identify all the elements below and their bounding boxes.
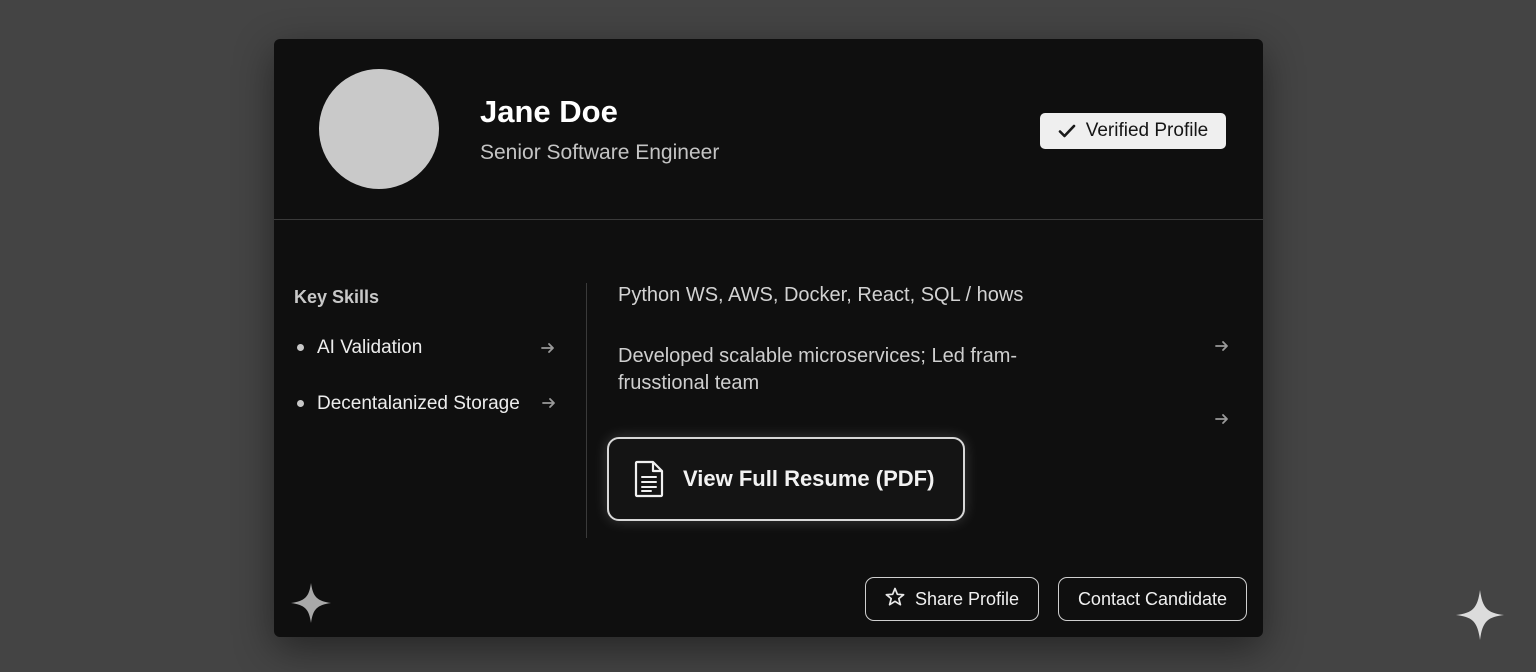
contact-candidate-button[interactable]: Contact Candidate bbox=[1058, 577, 1247, 621]
verified-badge: Verified Profile bbox=[1040, 113, 1226, 149]
profile-card: Jane Doe Senior Software Engineer Verifi… bbox=[274, 39, 1263, 637]
skill-item-ai-validation[interactable]: AI Validation bbox=[294, 334, 564, 362]
arrow-right-icon[interactable] bbox=[1214, 411, 1230, 427]
column-divider bbox=[586, 283, 587, 538]
profile-title: Senior Software Engineer bbox=[480, 141, 720, 164]
sparkle-icon bbox=[290, 582, 332, 624]
skill-item-decentralized-storage[interactable]: Decentalanized Storage bbox=[294, 390, 564, 418]
experience-description: Developed scalable microservices; Led fr… bbox=[618, 345, 1018, 394]
tech-stack: Python WS, AWS, Docker, React, SQL / how… bbox=[618, 284, 1024, 306]
share-label: Share Profile bbox=[914, 588, 1020, 609]
sparkle-icon bbox=[1455, 589, 1505, 641]
check-icon bbox=[1058, 123, 1076, 139]
document-icon bbox=[633, 460, 665, 498]
star-icon bbox=[885, 587, 905, 612]
bullet-dot bbox=[297, 344, 304, 351]
bullet-dot bbox=[297, 400, 304, 407]
profile-name: Jane Doe bbox=[480, 94, 618, 129]
arrow-right-icon[interactable] bbox=[540, 340, 556, 356]
avatar bbox=[319, 69, 439, 189]
skills-heading: Key Skills bbox=[294, 287, 380, 307]
skill-label: AI Validation bbox=[317, 337, 423, 358]
arrow-right-icon[interactable] bbox=[541, 395, 557, 411]
resume-label: View Full Resume (PDF) bbox=[683, 466, 935, 491]
verified-label: Verified Profile bbox=[1085, 120, 1209, 141]
profile-header: Jane Doe Senior Software Engineer Verifi… bbox=[274, 39, 1263, 220]
arrow-right-icon[interactable] bbox=[1214, 338, 1230, 354]
view-resume-button[interactable]: View Full Resume (PDF) bbox=[607, 437, 965, 521]
skill-label: Decentalanized Storage bbox=[317, 393, 520, 414]
share-profile-button[interactable]: Share Profile bbox=[865, 577, 1039, 621]
contact-label: Contact Candidate bbox=[1077, 588, 1228, 609]
